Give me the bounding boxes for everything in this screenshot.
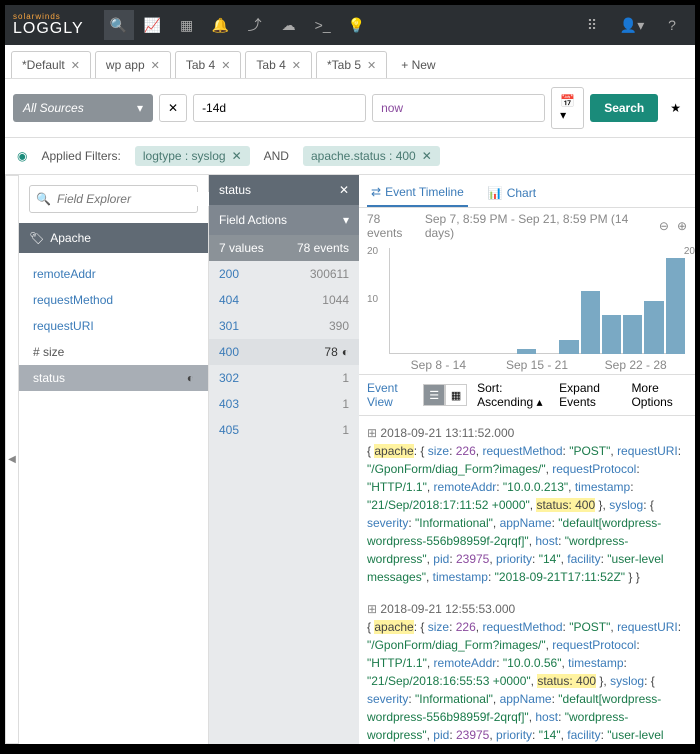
- cloud-icon[interactable]: ☁: [274, 10, 304, 40]
- chart-icon: 📊: [488, 186, 503, 200]
- new-tab-button[interactable]: + New: [391, 52, 445, 78]
- time-to-input[interactable]: [372, 94, 545, 122]
- field-panel-header: status ✕: [209, 175, 359, 205]
- workspace-tab[interactable]: wp app✕: [95, 51, 171, 78]
- event-view-label: Event View: [367, 381, 413, 409]
- sort-dropdown[interactable]: Sort: Ascending ▴: [477, 381, 549, 409]
- time-from-input[interactable]: [193, 94, 366, 122]
- bulb-icon[interactable]: 💡: [342, 10, 372, 40]
- logo: solarwinds LOGGLY: [13, 13, 84, 37]
- user-icon[interactable]: 👤▾: [617, 10, 647, 40]
- field-explorer-input[interactable]: [57, 192, 214, 206]
- zoom-in-icon[interactable]: ⊕: [677, 219, 687, 233]
- chart-bar[interactable]: [602, 315, 621, 354]
- section-header[interactable]: 🏷 Apache: [19, 223, 208, 253]
- workspace-tab[interactable]: Tab 4✕: [245, 51, 312, 78]
- calendar-icon[interactable]: 📅▾: [551, 87, 584, 129]
- chart-bar[interactable]: [623, 315, 642, 354]
- workspace-tab[interactable]: *Tab 5✕: [316, 51, 387, 78]
- clear-sources-button[interactable]: ✕: [159, 94, 187, 122]
- filters-label: Applied Filters:: [41, 149, 120, 163]
- expand-events-button[interactable]: Expand Events: [559, 381, 621, 409]
- value-row[interactable]: 200300611: [209, 261, 359, 287]
- branch-icon[interactable]: ⤴: [240, 10, 270, 40]
- event-toolbar: Event View ☰ ▦ Sort: Ascending ▴ Expand …: [359, 374, 695, 416]
- close-tab-icon[interactable]: ✕: [292, 59, 301, 72]
- applied-filters-bar: ◉ Applied Filters: logtype : syslog✕ AND…: [5, 138, 695, 175]
- field-item[interactable]: # size: [19, 339, 208, 365]
- chart-bar[interactable]: [581, 291, 600, 354]
- close-tab-icon[interactable]: ✕: [367, 59, 376, 72]
- workspace-tabs: *Default✕wp app✕Tab 4✕Tab 4✕*Tab 5✕+ New: [5, 45, 695, 79]
- apps-icon[interactable]: ⠿: [577, 10, 607, 40]
- bell-icon[interactable]: 🔔: [206, 10, 236, 40]
- value-row[interactable]: 4031: [209, 391, 359, 417]
- grid-view-button[interactable]: ▦: [445, 384, 467, 406]
- collapse-sidebar-button[interactable]: ◀: [5, 175, 19, 744]
- sources-dropdown[interactable]: All Sources: [13, 94, 153, 122]
- search-button[interactable]: Search: [590, 94, 658, 122]
- chart-icon[interactable]: 📈: [138, 10, 168, 40]
- terminal-icon[interactable]: >_: [308, 10, 338, 40]
- more-options-button[interactable]: More Options: [631, 381, 687, 409]
- close-tab-icon[interactable]: ✕: [151, 59, 160, 72]
- close-panel-icon[interactable]: ✕: [339, 183, 349, 197]
- field-item[interactable]: requestURI: [19, 313, 208, 339]
- filter-pill[interactable]: logtype : syslog✕: [135, 146, 250, 166]
- chart-bar[interactable]: [559, 340, 578, 354]
- dashboard-icon[interactable]: ▦: [172, 10, 202, 40]
- results-panel: ⇄Event Timeline 📊Chart 78 events Sep 7, …: [359, 175, 695, 744]
- close-tab-icon[interactable]: ✕: [71, 59, 80, 72]
- workspace-tab[interactable]: *Default✕: [11, 51, 91, 78]
- tag-icon: 🏷: [29, 231, 44, 245]
- event-count: 78 events: [367, 212, 417, 240]
- top-nav: solarwinds LOGGLY 🔍 📈 ▦ 🔔 ⤴ ☁ >_ 💡 ⠿ 👤▾ …: [5, 5, 695, 45]
- timeline-chart[interactable]: 20 10 20 Sep 8 - 14Sep 15 - 21Sep 22 - 2…: [359, 244, 695, 374]
- workspace-tab[interactable]: Tab 4✕: [175, 51, 242, 78]
- close-tab-icon[interactable]: ✕: [221, 59, 230, 72]
- value-row[interactable]: 40078 ◐: [209, 339, 359, 365]
- log-event[interactable]: ⊞ 2018-09-21 12:55:53.000{ apache: { siz…: [367, 600, 687, 744]
- field-explorer-search[interactable]: 🔍: [29, 185, 198, 213]
- eye-icon[interactable]: ◉: [17, 149, 27, 163]
- value-row[interactable]: 3021: [209, 365, 359, 391]
- remove-filter-icon[interactable]: ✕: [232, 149, 242, 163]
- filter-pill[interactable]: apache.status : 400✕: [303, 146, 440, 166]
- value-row[interactable]: 4041044: [209, 287, 359, 313]
- chart-bar[interactable]: [517, 349, 536, 354]
- value-row[interactable]: 4051: [209, 417, 359, 443]
- search-icon: 🔍: [36, 192, 51, 206]
- log-event[interactable]: ⊞ 2018-09-21 13:11:52.000{ apache: { siz…: [367, 424, 687, 586]
- field-item[interactable]: requestMethod: [19, 287, 208, 313]
- tab-event-timeline[interactable]: ⇄Event Timeline: [367, 179, 468, 207]
- search-icon[interactable]: 🔍: [104, 10, 134, 40]
- field-actions-dropdown[interactable]: Field Actions: [209, 205, 359, 235]
- field-sidebar: 🔍 🏷 Apache remoteAddrrequestMethodreques…: [19, 175, 209, 744]
- help-icon[interactable]: ?: [657, 10, 687, 40]
- values-header: 7 values78 events: [209, 235, 359, 261]
- field-item[interactable]: status◐: [19, 365, 208, 391]
- field-values-panel: status ✕ Field Actions 7 values78 events…: [209, 175, 359, 744]
- chart-bar[interactable]: [666, 258, 685, 354]
- time-range: Sep 7, 8:59 PM - Sep 21, 8:59 PM (14 day…: [425, 212, 651, 240]
- search-bar: All Sources ✕ 📅▾ Search ★: [5, 79, 695, 138]
- event-list[interactable]: ⊞ 2018-09-21 13:11:52.000{ apache: { siz…: [359, 416, 695, 744]
- value-row[interactable]: 301390: [209, 313, 359, 339]
- timeline-icon: ⇄: [371, 185, 381, 199]
- field-item[interactable]: remoteAddr: [19, 261, 208, 287]
- remove-filter-icon[interactable]: ✕: [422, 149, 432, 163]
- chart-bar[interactable]: [644, 301, 663, 354]
- zoom-out-icon[interactable]: ⊖: [659, 219, 669, 233]
- tab-chart[interactable]: 📊Chart: [484, 179, 540, 207]
- list-view-button[interactable]: ☰: [423, 384, 445, 406]
- star-icon[interactable]: ★: [664, 95, 687, 121]
